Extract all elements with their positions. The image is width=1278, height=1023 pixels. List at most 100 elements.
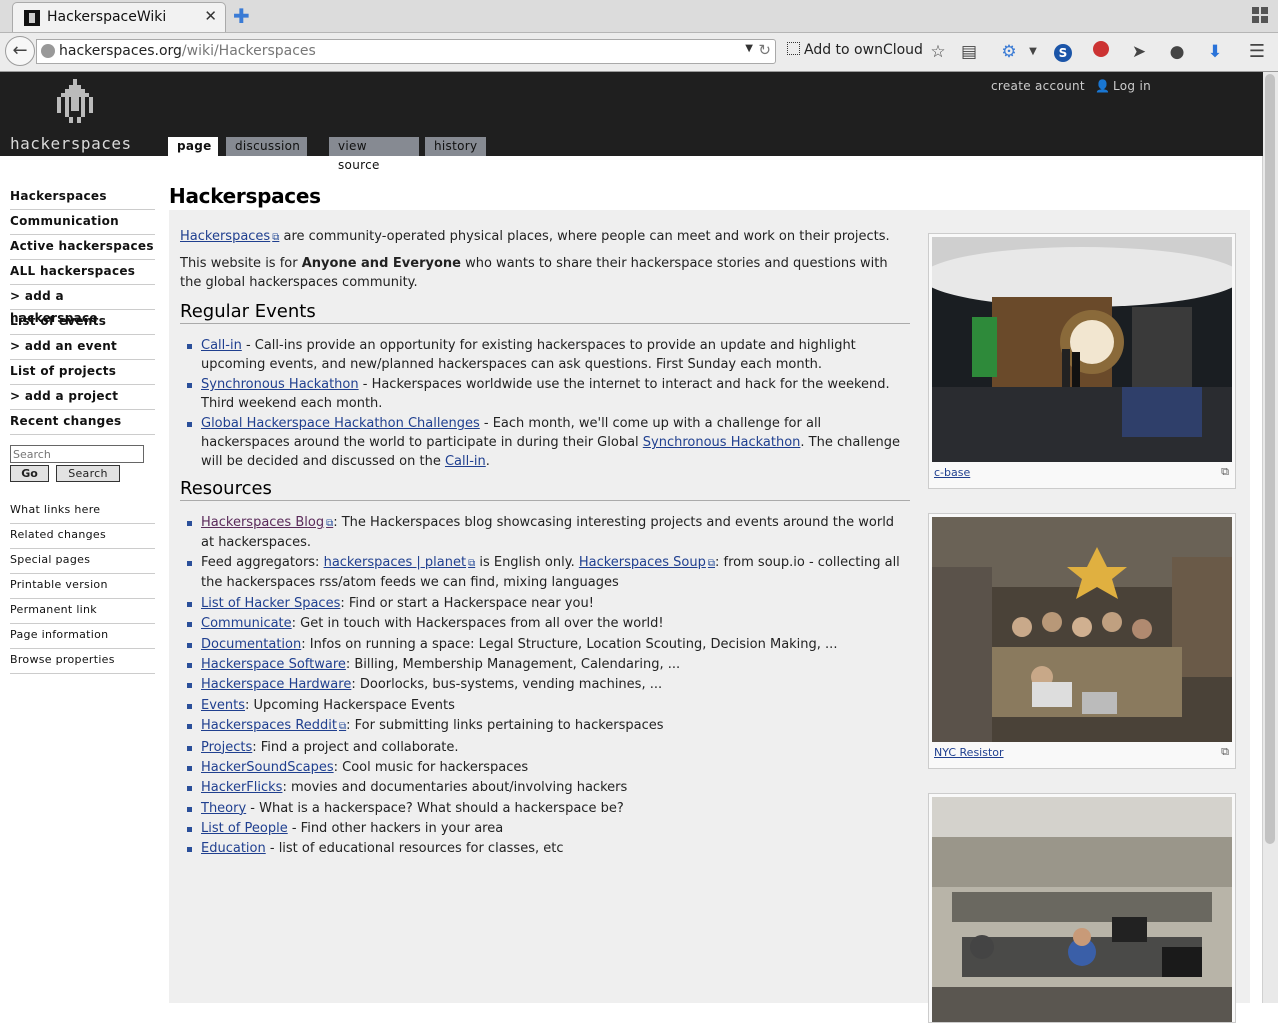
- sidebar-item-add-event[interactable]: > add an event: [10, 335, 155, 360]
- planet-link[interactable]: hackerspaces | planet: [324, 555, 476, 570]
- c-base-caption[interactable]: c-base: [934, 466, 970, 479]
- call-in-link-2[interactable]: Call-in: [445, 454, 486, 469]
- sidebar-toolbox: What links here Related changes Special …: [10, 499, 155, 674]
- list-item: HackerSoundScapes: Cool music for hacker…: [187, 758, 910, 777]
- favicon-icon: [24, 10, 40, 26]
- sidebar-item-add-project[interactable]: > add a project: [10, 385, 155, 410]
- create-account-link[interactable]: create account: [991, 79, 1085, 93]
- sidebar-navigation: Hackerspaces Communication Active hacker…: [10, 185, 155, 435]
- login-link[interactable]: Log in: [1113, 79, 1151, 93]
- bookmark-star-icon[interactable]: ☆: [927, 41, 949, 63]
- url-text[interactable]: hackerspaces.org/wiki/Hackerspaces: [59, 43, 316, 59]
- toolbox-special-pages[interactable]: Special pages: [10, 549, 155, 574]
- sidebar-item-list-of-projects[interactable]: List of projects: [10, 360, 155, 385]
- enlarge-icon[interactable]: ⧉: [1221, 465, 1229, 479]
- list-item: Hackerspace Hardware: Doorlocks, bus-sys…: [187, 675, 910, 694]
- workshop-photo[interactable]: [932, 797, 1232, 1022]
- list-item: Theory - What is a hackerspace? What sho…: [187, 799, 910, 818]
- site-logo-text[interactable]: hackerspaces: [10, 134, 132, 153]
- list-item: List of People - Find other hackers in y…: [187, 819, 910, 838]
- chevron-down-icon[interactable]: ▼: [1022, 41, 1044, 63]
- wiki-header: hackerspaces create account 👤 Log in pag…: [0, 72, 1263, 172]
- hackerspace-hardware-link[interactable]: Hackerspace Hardware: [201, 677, 351, 692]
- search-input[interactable]: [10, 445, 144, 463]
- sidebar-item-active-hackerspaces[interactable]: Active hackerspaces: [10, 235, 155, 260]
- tab-view-source[interactable]: view source: [329, 137, 419, 172]
- list-item: Documentation: Infos on running a space:…: [187, 635, 910, 654]
- reading-list-icon[interactable]: ▤: [958, 41, 980, 63]
- scrollbar-thumb[interactable]: [1265, 74, 1275, 844]
- synchronous-hackathon-link[interactable]: Synchronous Hackathon: [201, 377, 359, 392]
- toolbox-browse-properties[interactable]: Browse properties: [10, 649, 155, 674]
- search-button[interactable]: Search: [56, 465, 120, 482]
- page-scrollbar[interactable]: [1262, 72, 1278, 1003]
- url-dropdown-icon[interactable]: ▼: [745, 43, 753, 54]
- hackerspace-software-link[interactable]: Hackerspace Software: [201, 657, 346, 672]
- skype-icon[interactable]: S: [1052, 41, 1074, 63]
- list-item: Communicate: Get in touch with Hackerspa…: [187, 614, 910, 633]
- hackerspaces-blog-link[interactable]: Hackerspaces Blog: [201, 515, 333, 530]
- hackerspaces-reddit-link[interactable]: Hackerspaces Reddit: [201, 718, 346, 733]
- reload-icon[interactable]: ↻: [758, 41, 771, 59]
- sidebar-item-recent-changes[interactable]: Recent changes: [10, 410, 155, 435]
- addon-icon[interactable]: ⚙: [998, 41, 1020, 63]
- sidebar-item-hackerspaces[interactable]: Hackerspaces: [10, 185, 155, 210]
- sidebar-item-list-of-events[interactable]: List of events: [10, 310, 155, 335]
- toolbox-related-changes[interactable]: Related changes: [10, 524, 155, 549]
- address-bar[interactable]: hackerspaces.org/wiki/Hackerspaces ▼ ↻: [36, 39, 776, 64]
- list-of-hacker-spaces-link[interactable]: List of Hacker Spaces: [201, 596, 340, 611]
- list-item: Education - list of educational resource…: [187, 839, 910, 858]
- tab-discussion[interactable]: discussion: [226, 137, 307, 156]
- sidebar-item-add-hackerspace[interactable]: > add a hackerspace: [10, 285, 155, 325]
- hackerspaces-soup-link[interactable]: Hackerspaces Soup: [579, 555, 715, 570]
- hamburger-menu-icon[interactable]: ☰: [1246, 41, 1268, 63]
- theory-link[interactable]: Theory: [201, 801, 246, 816]
- tab-page[interactable]: page: [168, 137, 218, 157]
- back-button[interactable]: ←: [5, 36, 35, 66]
- toolbox-permanent-link[interactable]: Permanent link: [10, 599, 155, 624]
- tab-grid-icon[interactable]: [1252, 7, 1268, 23]
- projects-link[interactable]: Projects: [201, 740, 252, 755]
- hackerspaces-link[interactable]: Hackerspaces: [180, 229, 279, 244]
- events-link[interactable]: Events: [201, 698, 245, 713]
- browser-toolbar: ← hackerspaces.org/wiki/Hackerspaces ▼ ↻…: [0, 33, 1278, 72]
- sidebar-search: Go Search: [10, 445, 155, 482]
- communicate-link[interactable]: Communicate: [201, 616, 292, 631]
- toolbox-what-links-here[interactable]: What links here: [10, 499, 155, 524]
- add-to-owncloud-button[interactable]: Add to ownCloud: [787, 42, 923, 58]
- list-item: Feed aggregators: hackerspaces | planet …: [187, 553, 910, 592]
- content-area: Hackerspaces are community-operated phys…: [169, 210, 1250, 1023]
- sidebar-item-communication[interactable]: Communication: [10, 210, 155, 235]
- list-item: List of Hacker Spaces: Find or start a H…: [187, 594, 910, 613]
- synchronous-hackathon-link-2[interactable]: Synchronous Hackathon: [643, 435, 801, 450]
- list-item: Events: Upcoming Hackerspace Events: [187, 696, 910, 715]
- chat-icon[interactable]: ●: [1166, 41, 1188, 63]
- enlarge-icon[interactable]: ⧉: [1221, 745, 1229, 759]
- tab-history[interactable]: history: [425, 137, 486, 156]
- sidebar-item-all-hackerspaces[interactable]: ALL hackerspaces: [10, 260, 155, 285]
- browser-tab[interactable]: HackerspaceWiki ✕: [12, 2, 226, 32]
- global-challenges-link[interactable]: Global Hackerspace Hackathon Challenges: [201, 416, 480, 431]
- close-tab-icon[interactable]: ✕: [204, 7, 217, 25]
- documentation-link[interactable]: Documentation: [201, 637, 301, 652]
- c-base-photo[interactable]: [932, 237, 1232, 462]
- go-button[interactable]: Go: [10, 465, 49, 482]
- events-list: Call-in - Call-ins provide an opportunit…: [180, 336, 910, 471]
- nyc-resistor-caption[interactable]: NYC Resistor: [934, 746, 1004, 759]
- globe-icon: [41, 44, 55, 58]
- hackerflicks-link[interactable]: HackerFlicks: [201, 780, 282, 795]
- new-tab-icon[interactable]: ✚: [233, 4, 250, 28]
- download-icon[interactable]: ⬇: [1204, 41, 1226, 63]
- thumbnail-workshop: [928, 793, 1236, 1023]
- extension-red-icon[interactable]: [1090, 41, 1112, 63]
- toolbox-page-information[interactable]: Page information: [10, 624, 155, 649]
- call-in-link[interactable]: Call-in: [201, 338, 242, 353]
- list-item: Hackerspace Software: Billing, Membershi…: [187, 655, 910, 674]
- nyc-resistor-photo[interactable]: [932, 517, 1232, 742]
- send-icon[interactable]: ➤: [1128, 41, 1150, 63]
- hackerspaces-logo-icon[interactable]: [57, 77, 93, 127]
- list-of-people-link[interactable]: List of People: [201, 821, 288, 836]
- hackersoundscapes-link[interactable]: HackerSoundScapes: [201, 760, 334, 775]
- education-link[interactable]: Education: [201, 841, 266, 856]
- toolbox-printable-version[interactable]: Printable version: [10, 574, 155, 599]
